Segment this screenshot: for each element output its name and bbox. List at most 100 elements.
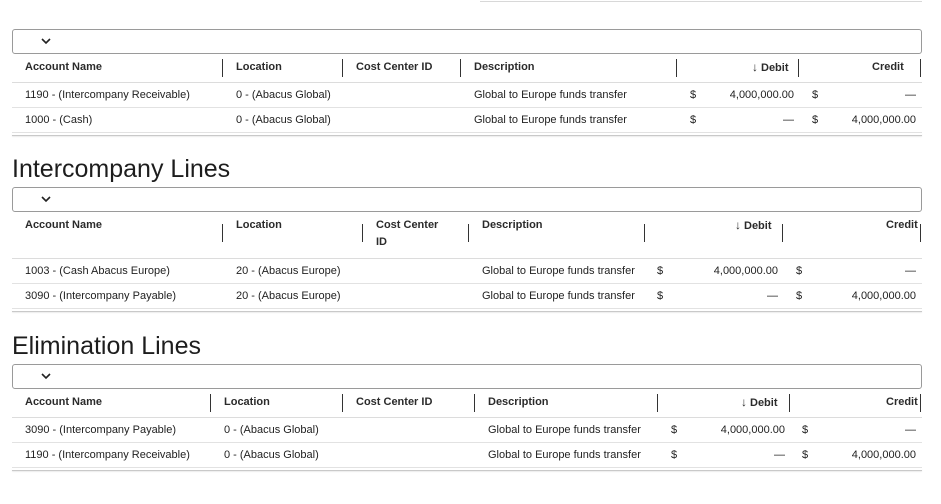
column-resize-handle[interactable] [920,224,921,242]
column-resize-handle[interactable] [657,394,658,412]
column-resize-handle[interactable] [210,394,211,412]
column-resize-handle[interactable] [474,394,475,412]
cell-credit-currency: $ [812,114,819,126]
cell-description: Global to Europe funds transfer [488,449,641,461]
cell-debit-currency: $ [671,424,678,436]
cell-location: 20 - (Abacus Europe) [236,265,341,277]
cell-credit-currency: $ [802,449,809,461]
cell-debit-currency: $ [671,449,678,461]
cell-debit: 4,000,000.00 [729,89,794,101]
cell-account: 3090 - (Intercompany Payable) [25,424,177,436]
col-credit[interactable]: Credit [872,59,904,76]
cell-credit: 4,000,000.00 [851,449,916,461]
cell-description: Global to Europe funds transfer [482,265,635,277]
cell-debit: 4,000,000.00 [713,265,778,277]
column-resize-handle[interactable] [676,59,677,77]
chevron-down-icon [41,196,51,203]
column-resize-handle[interactable] [342,394,343,412]
cell-debit: — [783,114,794,126]
cell-credit: — [905,424,916,436]
cell-location: 0 - (Abacus Global) [236,89,331,101]
collapse-toggle-bar[interactable] [12,29,922,54]
section-title: Elimination Lines [12,332,201,360]
grid-header: Account Name Location Cost Center ID Desc… [12,216,922,259]
col-location[interactable]: Location [236,217,282,234]
cell-debit-currency: $ [657,265,664,277]
table-row[interactable]: 1190 - (Intercompany Receivable) 0 - (Ab… [12,83,922,108]
col-debit[interactable]: ↓ Debit [752,59,789,77]
table-row[interactable]: 3090 - (Intercompany Payable) 0 - (Abacu… [12,418,922,443]
cell-account: 1190 - (Intercompany Receivable) [25,89,190,101]
grid-header: Account Name Location Cost Center ID Des… [12,393,922,418]
col-debit[interactable]: ↓ Debit [735,217,772,235]
table-row[interactable]: 1190 - (Intercompany Receivable) 0 - (Ab… [12,443,922,468]
column-resize-handle[interactable] [644,224,645,242]
cell-credit-currency: $ [796,290,803,302]
cell-description: Global to Europe funds transfer [474,114,627,126]
sort-down-arrow-icon: ↓ [752,60,758,74]
cell-description: Global to Europe funds transfer [474,89,627,101]
col-debit[interactable]: ↓ Debit [741,394,778,412]
cell-location: 0 - (Abacus Global) [236,114,331,126]
cell-credit-currency: $ [812,89,819,101]
sort-down-arrow-icon: ↓ [735,218,741,232]
col-description[interactable]: Description [474,59,535,76]
column-resize-handle[interactable] [789,394,790,412]
cell-debit: — [774,449,785,461]
cell-credit: 4,000,000.00 [851,114,916,126]
cell-debit-currency: $ [690,89,697,101]
column-resize-handle[interactable] [222,59,223,77]
chevron-down-icon [41,38,51,45]
col-cost-center-id[interactable]: Cost Center ID [356,394,432,411]
cell-debit-currency: $ [690,114,697,126]
column-resize-handle[interactable] [920,394,921,412]
column-resize-handle[interactable] [222,224,223,242]
cell-account: 1000 - (Cash) [25,114,93,126]
col-credit[interactable]: Credit [886,394,918,411]
col-description[interactable]: Description [482,217,543,234]
collapse-toggle-bar[interactable] [12,364,922,389]
cell-credit: — [905,89,916,101]
cell-credit: 4,000,000.00 [851,290,916,302]
grid-bottom-border [12,133,922,136]
chevron-down-icon [41,373,51,380]
column-resize-handle[interactable] [460,59,461,77]
col-account-name[interactable]: Account Name [25,217,102,234]
collapse-toggle-bar[interactable] [12,187,922,212]
cell-description: Global to Europe funds transfer [488,424,641,436]
cell-account: 1190 - (Intercompany Receivable) [25,449,190,461]
sort-down-arrow-icon: ↓ [741,395,747,409]
table-row[interactable]: 1000 - (Cash) 0 - (Abacus Global) Global… [12,108,922,133]
col-credit[interactable]: Credit [886,217,918,234]
cell-credit-currency: $ [796,265,803,277]
column-resize-handle[interactable] [468,224,469,242]
cell-location: 0 - (Abacus Global) [224,424,319,436]
cell-debit: — [767,290,778,302]
col-location[interactable]: Location [236,59,282,76]
grid-bottom-border [12,309,922,312]
top-divider [480,0,922,2]
cell-debit-currency: $ [657,290,664,302]
cell-description: Global to Europe funds transfer [482,290,635,302]
column-resize-handle[interactable] [362,224,363,242]
col-account-name[interactable]: Account Name [25,59,102,76]
grid-header: Account Name Location Cost Center ID Des… [12,58,922,83]
column-resize-handle[interactable] [342,59,343,77]
table-row[interactable]: 1003 - (Cash Abacus Europe) 20 - (Abacus… [12,259,922,284]
cell-credit: — [905,265,916,277]
cell-debit: 4,000,000.00 [720,424,785,436]
cell-account: 3090 - (Intercompany Payable) [25,290,177,302]
cell-credit-currency: $ [802,424,809,436]
cell-account: 1003 - (Cash Abacus Europe) [25,265,170,277]
col-account-name[interactable]: Account Name [25,394,102,411]
table-row[interactable]: 3090 - (Intercompany Payable) 20 - (Abac… [12,284,922,309]
column-resize-handle[interactable] [782,224,783,242]
col-cost-center-id[interactable]: Cost Center ID [376,217,438,251]
col-description[interactable]: Description [488,394,549,411]
column-resize-handle[interactable] [798,59,799,77]
col-cost-center-id[interactable]: Cost Center ID [356,59,432,76]
cell-location: 0 - (Abacus Global) [224,449,319,461]
grid-bottom-border [12,468,922,471]
col-location[interactable]: Location [224,394,270,411]
column-resize-handle[interactable] [920,59,921,77]
